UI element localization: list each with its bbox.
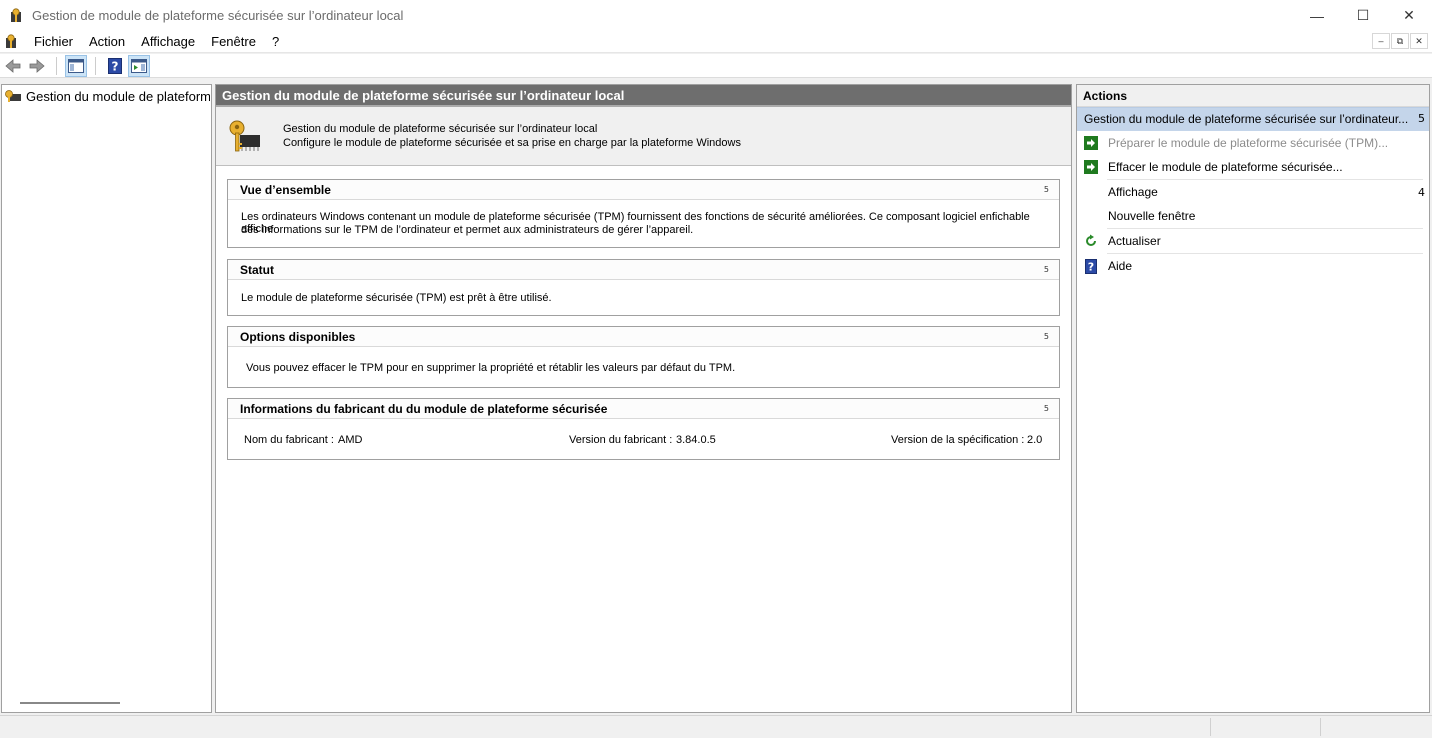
overview-text-line2: des informations sur le TPM de l’ordinat… — [241, 224, 694, 236]
close-icon: ✕ — [1403, 7, 1415, 23]
collapse-chevron-icon[interactable]: 5 — [1044, 265, 1049, 274]
actions-pane: Actions Gestion du module de plateforme … — [1076, 84, 1430, 713]
mdi-close-button[interactable]: ✕ — [1410, 33, 1428, 49]
refresh-icon — [1083, 233, 1099, 249]
title-bar: Gestion de module de plateforme sécurisé… — [0, 0, 1432, 31]
menu-action[interactable]: Action — [81, 31, 133, 53]
action-view[interactable]: Affichage 4 — [1077, 180, 1429, 204]
collapse-chevron-icon[interactable]: 5 — [1418, 108, 1425, 130]
menu-help[interactable]: ? — [264, 31, 287, 53]
back-arrow-icon — [5, 58, 21, 73]
forward-arrow-icon — [29, 58, 45, 73]
actions-group-label: Gestion du module de plateforme sécurisé… — [1084, 112, 1409, 126]
action-help[interactable]: ? Aide — [1077, 254, 1429, 278]
mdi-minimize-button[interactable]: – — [1372, 33, 1390, 49]
tree-item-label: Gestion du module de plateforme sécurisé… — [26, 88, 210, 104]
options-title: Options disponibles — [240, 330, 356, 344]
system-menu-icon[interactable] — [4, 33, 20, 50]
intro-title: Gestion du module de plateforme sécurisé… — [283, 123, 598, 135]
mdi-close-icon: ✕ — [1415, 35, 1423, 46]
intro-banner: Gestion du module de plateforme sécurisé… — [216, 107, 1071, 166]
toolbar-separator — [95, 56, 96, 75]
actions-group-tpm[interactable]: Gestion du module de plateforme sécurisé… — [1077, 107, 1429, 131]
svg-text:?: ? — [1088, 260, 1094, 273]
status-bar — [0, 715, 1432, 738]
spec-version-value: 2.0 — [1027, 434, 1043, 446]
console-tree-pane: Gestion du module de plateforme sécurisé… — [1, 84, 212, 713]
manufacturer-version-label: Version du fabricant : — [569, 434, 673, 446]
forward-button[interactable] — [26, 55, 48, 77]
tpm-snapin-icon — [4, 88, 22, 104]
green-arrow-icon — [1083, 135, 1099, 151]
spec-version-label: Version de la spécification : — [891, 434, 1025, 446]
help-icon: ? — [108, 57, 122, 74]
scrollbar-thumb[interactable] — [20, 702, 120, 704]
manufacturer-section-header[interactable]: Informations du fabricant du du module d… — [228, 399, 1059, 419]
window-title: Gestion de module de plateforme sécurisé… — [32, 8, 404, 23]
action-label: Préparer le module de plateforme sécuris… — [1108, 136, 1389, 150]
tpm-app-icon — [8, 7, 26, 25]
manufacturer-name-value: AMD — [338, 434, 363, 446]
overview-section-header[interactable]: Vue d’ensemble 5 — [228, 180, 1059, 200]
back-button[interactable] — [2, 55, 24, 77]
actions-header: Actions — [1077, 85, 1429, 107]
action-label: Effacer le module de plateforme sécurisé… — [1108, 160, 1343, 174]
menu-affichage[interactable]: Affichage — [133, 31, 203, 53]
show-hide-action-pane-icon — [131, 58, 147, 73]
show-hide-action-pane-button[interactable] — [128, 54, 150, 77]
close-button[interactable]: ✕ — [1386, 0, 1432, 31]
minimize-button[interactable]: — — [1294, 0, 1340, 31]
tpm-key-chip-icon — [228, 119, 264, 155]
green-arrow-icon — [1083, 159, 1099, 175]
help-button[interactable]: ? — [104, 55, 126, 77]
result-pane: Gestion du module de plateforme sécurisé… — [215, 84, 1072, 713]
manufacturer-name-label: Nom du fabricant : — [244, 434, 334, 446]
collapse-chevron-icon[interactable]: 5 — [1044, 404, 1049, 413]
menu-fenetre[interactable]: Fenêtre — [203, 31, 264, 53]
mdi-restore-button[interactable]: ⧉ — [1391, 33, 1409, 49]
help-icon: ? — [1083, 258, 1099, 274]
action-label: Affichage — [1108, 185, 1158, 199]
intro-description: Configure le module de plateforme sécuri… — [283, 137, 741, 149]
options-text: Vous pouvez effacer le TPM pour en suppr… — [246, 362, 736, 374]
toolbar: ? — [0, 54, 1432, 78]
minimize-icon: — — [1310, 7, 1324, 24]
show-hide-console-tree-icon — [68, 58, 84, 73]
menu-bar: Fichier Action Affichage Fenêtre ? – ⧉ ✕ — [0, 31, 1432, 53]
options-section-header[interactable]: Options disponibles 5 — [228, 327, 1059, 347]
tree-horizontal-scrollbar[interactable] — [2, 695, 211, 712]
status-bar-divider — [1210, 718, 1211, 736]
status-text: Le module de plateforme sécurisée (TPM) … — [241, 292, 552, 304]
overview-section: Vue d’ensemble 5 Les ordinateurs Windows… — [227, 179, 1060, 248]
action-new-window[interactable]: Nouvelle fenêtre — [1077, 204, 1429, 228]
mdi-minimize-icon: – — [1378, 36, 1384, 46]
submenu-arrow-icon: 4 — [1418, 185, 1425, 199]
status-title: Statut — [240, 263, 274, 277]
action-refresh[interactable]: Actualiser — [1077, 229, 1429, 253]
manufacturer-version-value: 3.84.0.5 — [676, 434, 716, 446]
action-clear-tpm[interactable]: Effacer le module de plateforme sécurisé… — [1077, 155, 1429, 179]
maximize-icon: ☐ — [1356, 7, 1370, 23]
tree-item-tpm-root[interactable]: Gestion du module de plateforme sécurisé… — [4, 87, 210, 105]
toolbar-separator — [56, 56, 57, 75]
maximize-button[interactable]: ☐ — [1340, 0, 1386, 31]
options-section: Options disponibles 5 Vous pouvez efface… — [227, 326, 1060, 388]
manufacturer-title: Informations du fabricant du du module d… — [240, 402, 608, 416]
action-label: Aide — [1108, 259, 1133, 273]
show-hide-console-tree-button[interactable] — [65, 54, 87, 77]
collapse-chevron-icon[interactable]: 5 — [1044, 332, 1049, 341]
status-bar-divider — [1320, 718, 1321, 736]
status-section: Statut 5 Le module de plateforme sécuris… — [227, 259, 1060, 316]
collapse-chevron-icon[interactable]: 5 — [1044, 185, 1049, 194]
overview-title: Vue d’ensemble — [240, 183, 331, 197]
menu-fichier[interactable]: Fichier — [26, 31, 81, 53]
action-label: Actualiser — [1108, 234, 1161, 248]
action-label: Nouvelle fenêtre — [1108, 209, 1196, 223]
status-section-header[interactable]: Statut 5 — [228, 260, 1059, 280]
manufacturer-section: Informations du fabricant du du module d… — [227, 398, 1060, 460]
result-pane-header: Gestion du module de plateforme sécurisé… — [216, 85, 1071, 107]
mdi-restore-icon: ⧉ — [1396, 35, 1404, 46]
svg-text:?: ? — [112, 59, 119, 73]
action-prepare-tpm[interactable]: Préparer le module de plateforme sécuris… — [1077, 131, 1429, 155]
